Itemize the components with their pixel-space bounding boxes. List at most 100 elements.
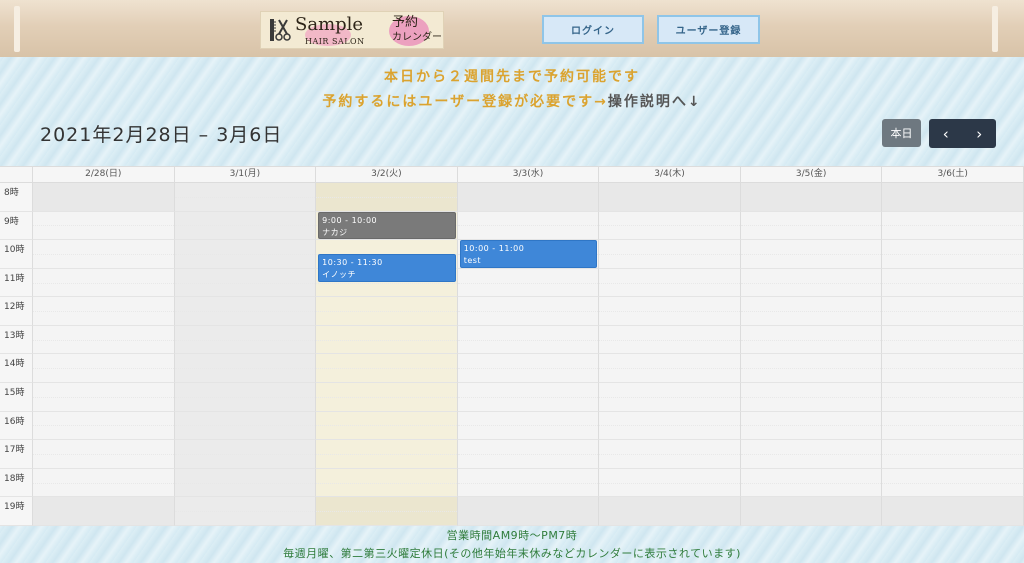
time-slot-cell[interactable] <box>33 211 175 241</box>
time-slot-cell[interactable] <box>882 211 1024 241</box>
time-slot-cell[interactable] <box>457 468 600 498</box>
time-slot-cell[interactable] <box>599 211 741 241</box>
time-slot-cell[interactable] <box>316 325 458 355</box>
time-slot-cell[interactable] <box>316 468 458 498</box>
time-slot-cell[interactable] <box>882 240 1024 269</box>
time-slot-cell[interactable] <box>599 240 741 269</box>
time-slot-cell[interactable] <box>740 354 883 384</box>
time-slot-cell[interactable] <box>599 468 741 498</box>
time-slot-cell[interactable] <box>740 183 883 212</box>
time-slot-cell[interactable] <box>33 497 175 526</box>
prev-week-button[interactable]: ‹ <box>929 119 963 148</box>
time-slot-cell[interactable] <box>740 383 883 412</box>
time-slot-cell[interactable] <box>174 325 317 355</box>
time-slot-cell[interactable] <box>457 183 600 212</box>
register-button[interactable]: ユーザー登録 <box>657 15 760 44</box>
calendar-date-range-title: 2021年2月28日 – 3月6日 <box>40 124 283 146</box>
time-slot-cell[interactable] <box>599 411 741 441</box>
time-slot-cell[interactable] <box>740 325 883 355</box>
time-slot-cell[interactable] <box>599 325 741 355</box>
salon-logo[interactable]: Sample HAIR SALON 予約 カレンダー <box>260 11 444 49</box>
time-slot-cell[interactable] <box>174 354 317 384</box>
time-slot-cell[interactable] <box>33 354 175 384</box>
time-slot-cell[interactable] <box>457 411 600 441</box>
time-slot-cell[interactable] <box>457 354 600 384</box>
time-slot-cell[interactable] <box>174 240 317 269</box>
time-slot-cell[interactable] <box>882 497 1024 526</box>
time-slot-cell[interactable] <box>599 440 741 469</box>
time-slot-cell[interactable] <box>316 297 458 326</box>
time-slot-cell[interactable] <box>457 440 600 469</box>
time-slot-cell[interactable] <box>316 183 458 212</box>
time-slot-cell[interactable] <box>316 440 458 469</box>
time-slot-label: 13時 <box>0 325 33 355</box>
time-slot-label: 9時 <box>0 211 33 241</box>
day-header: 3/2(火) <box>316 167 458 183</box>
time-slot-cell[interactable] <box>740 440 883 469</box>
time-slot-cell[interactable] <box>33 268 175 298</box>
time-slot-cell[interactable] <box>740 240 883 269</box>
next-week-button[interactable]: › <box>963 119 997 148</box>
time-slot-cell[interactable] <box>882 468 1024 498</box>
time-slot-cell[interactable] <box>882 268 1024 298</box>
day-header: 3/4(木) <box>599 167 741 183</box>
reservation-event[interactable]: 10:00 - 11:00 test <box>459 240 598 268</box>
time-slot-cell[interactable] <box>33 383 175 412</box>
time-slot-cell[interactable] <box>599 297 741 326</box>
header-frame-left <box>14 6 20 52</box>
reservation-event[interactable]: 9:00 - 10:00 ナカジ <box>318 211 456 240</box>
time-slot-cell[interactable] <box>174 268 317 298</box>
time-slot-cell[interactable] <box>174 183 317 212</box>
time-slot-cell[interactable] <box>882 440 1024 469</box>
time-slot-cell[interactable] <box>599 383 741 412</box>
today-button[interactable]: 本日 <box>882 119 921 147</box>
time-slot-cell[interactable] <box>882 325 1024 355</box>
time-slot-cell[interactable] <box>457 325 600 355</box>
time-slot-cell[interactable] <box>882 383 1024 412</box>
time-slot-cell[interactable] <box>33 297 175 326</box>
time-slot-cell[interactable] <box>174 497 317 526</box>
instructions-link[interactable]: 操作説明へ↓ <box>608 94 702 110</box>
time-slot-cell[interactable] <box>599 497 741 526</box>
time-slot-cell[interactable] <box>882 411 1024 441</box>
time-slot-cell[interactable] <box>599 354 741 384</box>
logo-text-hair-salon: HAIR SALON <box>305 37 365 46</box>
time-slot-cell[interactable] <box>882 297 1024 326</box>
logo-text-calendar: カレンダー <box>392 32 442 43</box>
time-slot-cell[interactable] <box>740 211 883 241</box>
time-slot-cell[interactable] <box>33 240 175 269</box>
time-slot-cell[interactable] <box>316 383 458 412</box>
time-slot-cell[interactable] <box>882 354 1024 384</box>
login-button[interactable]: ログイン <box>542 15 644 44</box>
time-slot-cell[interactable] <box>33 468 175 498</box>
time-slot-cell[interactable] <box>33 325 175 355</box>
time-slot-cell[interactable] <box>457 497 600 526</box>
time-slot-cell[interactable] <box>33 183 175 212</box>
time-slot-cell[interactable] <box>457 297 600 326</box>
time-slot-cell[interactable] <box>740 497 883 526</box>
time-slot-cell[interactable] <box>740 297 883 326</box>
time-slot-cell[interactable] <box>457 268 600 298</box>
time-slot-cell[interactable] <box>316 354 458 384</box>
time-slot-cell[interactable] <box>174 297 317 326</box>
time-slot-cell[interactable] <box>174 383 317 412</box>
time-slot-cell[interactable] <box>174 468 317 498</box>
time-slot-cell[interactable] <box>457 211 600 241</box>
time-slot-cell[interactable] <box>882 183 1024 212</box>
time-slot-cell[interactable] <box>174 211 317 241</box>
time-slot-cell[interactable] <box>33 440 175 469</box>
time-slot-cell[interactable] <box>599 183 741 212</box>
time-slot-cell[interactable] <box>740 468 883 498</box>
time-slot-cell[interactable] <box>316 497 458 526</box>
time-slot-label: 8時 <box>0 183 33 212</box>
time-slot-cell[interactable] <box>33 411 175 441</box>
time-slot-cell[interactable] <box>174 440 317 469</box>
reservation-event[interactable]: 10:30 - 11:30 イノッチ <box>318 254 456 283</box>
time-slot-cell[interactable] <box>316 411 458 441</box>
time-slot-cell[interactable] <box>740 268 883 298</box>
time-slot-cell[interactable] <box>457 383 600 412</box>
time-slot-cell[interactable] <box>174 411 317 441</box>
time-slot-cell[interactable] <box>599 268 741 298</box>
time-slot-cell[interactable] <box>740 411 883 441</box>
time-slot-label: 17時 <box>0 440 33 469</box>
